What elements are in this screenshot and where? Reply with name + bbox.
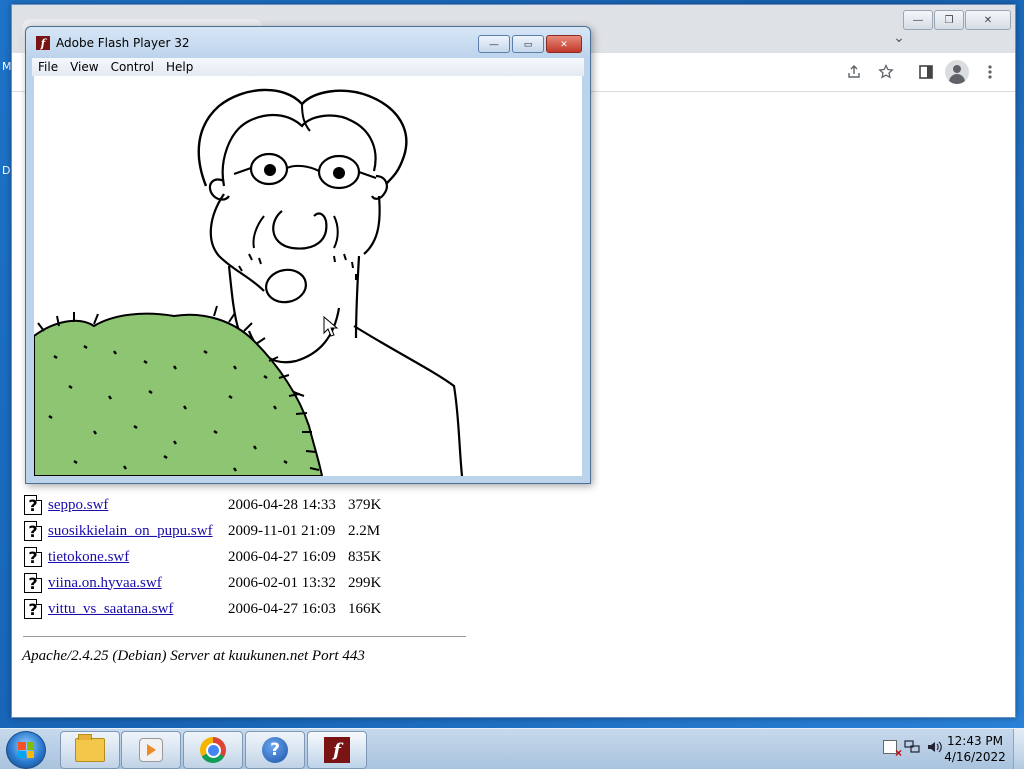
file-date: 2006-04-27 16:09 [228,548,336,565]
flash-app-icon: f [36,36,50,50]
flash-caption-buttons: — ▭ ✕ [478,35,582,53]
system-tray [882,739,942,760]
minimize-button[interactable]: — [478,35,510,53]
file-size: 299K [348,574,382,591]
unknown-file-icon: ? [24,573,42,593]
desktop-background: M D ⌄ — ❐ ✕ ? seppo.swf 2006-04-28 14:33… [0,0,1024,728]
restore-button[interactable]: ❐ [934,10,964,30]
unknown-file-icon: ? [24,599,42,619]
tab-search-icon[interactable]: ⌄ [891,29,907,45]
menu-help[interactable]: Help [160,60,199,74]
action-center-flag-icon[interactable] [882,739,902,760]
flash-title-bar[interactable]: f Adobe Flash Player 32 — ▭ ✕ [26,27,590,59]
table-row: ? viina.on.hyvaa.swf 2006-02-01 13:32 29… [24,572,381,594]
file-link[interactable]: viina.on.hyvaa.swf [48,575,228,592]
close-button[interactable]: ✕ [965,10,1011,30]
clock-time: 12:43 PM [947,734,1003,748]
system-clock[interactable]: 12:43 PM 4/16/2022 [940,733,1010,765]
show-desktop-button[interactable] [1013,729,1024,769]
file-size: 166K [348,600,382,617]
share-icon[interactable] [843,61,865,83]
taskbar-media-player-button[interactable] [121,731,181,769]
file-link[interactable]: seppo.swf [48,497,228,514]
file-date: 2006-04-28 14:33 [228,496,336,513]
table-row: ? vittu_vs_saatana.swf 2006-04-27 16:03 … [24,598,381,620]
start-button[interactable] [6,731,46,769]
star-icon[interactable] [875,61,897,83]
taskbar-chrome-button[interactable] [183,731,243,769]
file-date: 2006-02-01 13:32 [228,574,336,591]
network-icon[interactable] [904,739,920,755]
flash-player-icon: f [324,737,350,763]
file-link[interactable]: vittu_vs_saatana.swf [48,601,228,618]
close-button[interactable]: ✕ [546,35,582,53]
taskbar-flash-player-button[interactable]: f [307,731,367,769]
file-link[interactable]: tietokone.swf [48,549,228,566]
flash-animation-stage[interactable] [34,76,582,476]
windows-logo-icon [18,742,34,758]
menu-icon[interactable] [979,61,1001,83]
chrome-icon [200,737,226,763]
unknown-file-icon: ? [24,521,42,541]
unknown-file-icon: ? [24,547,42,567]
taskbar-explorer-button[interactable] [60,731,120,769]
menu-view[interactable]: View [64,60,104,74]
clock-date: 4/16/2022 [944,750,1006,764]
table-row: ? tietokone.swf 2006-04-27 16:09 835K [24,546,381,568]
flash-player-window: f Adobe Flash Player 32 — ▭ ✕ File View … [25,26,591,484]
file-size: 379K [348,496,382,513]
server-signature: Apache/2.4.25 (Debian) Server at kuukune… [22,648,365,664]
profile-icon[interactable] [945,60,969,84]
taskbar-help-button[interactable]: ? [245,731,305,769]
menu-control[interactable]: Control [105,60,160,74]
minimize-button[interactable]: — [903,10,933,30]
divider [23,636,466,637]
file-size: 835K [348,548,382,565]
file-size: 2.2M [348,522,381,539]
chrome-caption-buttons: — ❐ ✕ [903,10,1011,30]
cartoon-drawing [34,88,464,476]
help-icon: ? [262,737,288,763]
file-date: 2009-11-01 21:09 [228,522,336,539]
file-date: 2006-04-27 16:03 [228,600,336,617]
file-link[interactable]: suosikkielain_on_pupu.swf [48,523,228,540]
desktop-edge-letter: D [2,164,11,177]
flash-menu-bar: File View Control Help [32,58,584,76]
maximize-button[interactable]: ▭ [512,35,544,53]
table-row: ? seppo.swf 2006-04-28 14:33 379K [24,494,381,516]
side-panel-icon[interactable] [915,61,937,83]
windows-taskbar: ? f 12:43 PM 4/16/2022 [0,728,1024,769]
table-row: ? suosikkielain_on_pupu.swf 2009-11-01 2… [24,520,380,542]
unknown-file-icon: ? [24,495,42,515]
window-title: Adobe Flash Player 32 [56,36,190,50]
folder-icon [75,734,105,762]
media-player-icon [139,738,163,762]
menu-file[interactable]: File [32,60,64,74]
